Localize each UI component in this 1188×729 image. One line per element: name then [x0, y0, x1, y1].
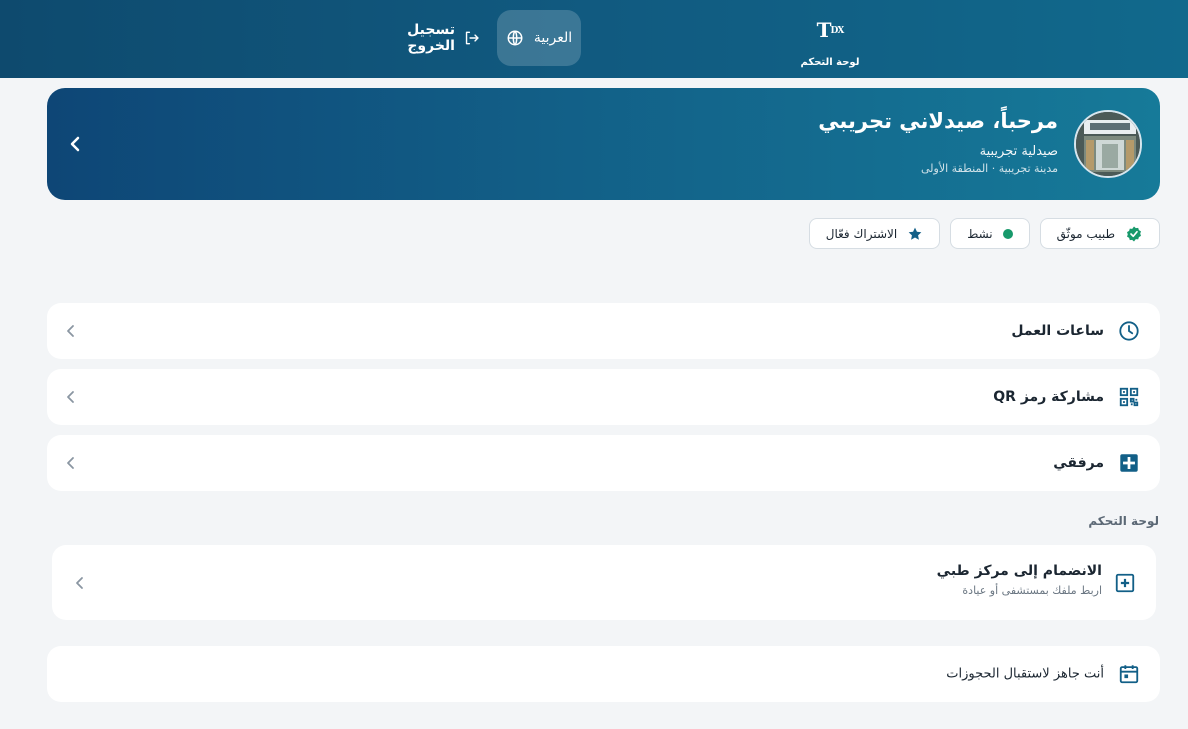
dashboard-label: لوحة التحكم	[800, 57, 860, 68]
chevron-left-icon	[67, 391, 74, 403]
clock-icon	[1119, 321, 1139, 341]
menu-item-label: مشاركة رمز QR	[993, 389, 1104, 405]
join-title: الانضمام إلى مركز طبي	[936, 563, 1102, 579]
verified-badge: طبيب موثّق	[1039, 218, 1160, 249]
verified-label: طبيب موثّق	[1056, 226, 1115, 241]
add-box-icon	[1115, 573, 1135, 592]
pharmacy-location: مدينة تجريبية · المنطقة الأولى	[921, 162, 1058, 175]
calendar-icon	[1119, 665, 1139, 684]
language-label: العربية	[533, 30, 573, 46]
menu-item-label: ساعات العمل	[1011, 323, 1104, 339]
globe-icon	[507, 30, 523, 46]
language-button[interactable]: العربية	[497, 10, 581, 66]
welcome-banner[interactable]: مرحباً، صيدلاني تجريبي صيدلية تجريبية مد…	[47, 88, 1160, 200]
dashboard-section-title: لوحة التحكم	[1088, 514, 1159, 528]
chevron-left-icon	[76, 576, 83, 589]
top-bar: TDX لوحة التحكم العربية تسجيل الخروج	[0, 0, 1188, 78]
medical-plus-icon	[1120, 454, 1138, 472]
chevron-left-icon[interactable]	[65, 132, 85, 156]
verified-check-icon	[1127, 226, 1141, 241]
subscription-label: الاشتراك فعّال	[825, 226, 898, 241]
chevron-left-icon	[67, 457, 74, 469]
booking-ready-card: أنت جاهز لاستقبال الحجوزات	[47, 646, 1160, 702]
menu-item-qr-share[interactable]: مشاركة رمز QR	[47, 369, 1160, 425]
star-icon	[908, 227, 922, 240]
active-badge: نشط	[950, 218, 1030, 249]
status-badges: طبيب موثّق نشط الاشتراك فعّال	[808, 218, 1160, 249]
join-subtitle: اربط ملفك بمستشفى أو عيادة	[962, 584, 1102, 597]
qr-code-icon	[1119, 387, 1139, 407]
menu-item-working-hours[interactable]: ساعات العمل	[47, 303, 1160, 359]
status-dot	[1002, 228, 1013, 239]
join-medical-center-card[interactable]: الانضمام إلى مركز طبي اربط ملفك بمستشفى …	[52, 545, 1156, 620]
menu-item-label: مرفقي	[1053, 455, 1104, 471]
pharmacy-name: صيدلية تجريبية	[979, 144, 1058, 159]
logout-button[interactable]: تسجيل الخروج	[360, 22, 480, 54]
subscription-badge: الاشتراك فعّال	[808, 218, 941, 249]
active-label: نشط	[967, 226, 993, 241]
booking-ready-label: أنت جاهز لاستقبال الحجوزات	[946, 666, 1104, 682]
pharmacy-avatar	[1074, 110, 1142, 178]
menu-item-my-facility[interactable]: مرفقي	[47, 435, 1160, 491]
logout-icon	[465, 31, 479, 45]
brand[interactable]: TDX لوحة التحكم	[800, 18, 860, 68]
greeting-title: مرحباً، صيدلاني تجريبي	[818, 109, 1058, 133]
chevron-left-icon	[67, 325, 74, 337]
logout-label: تسجيل الخروج	[407, 22, 455, 54]
brand-logo: TDX	[816, 18, 845, 42]
